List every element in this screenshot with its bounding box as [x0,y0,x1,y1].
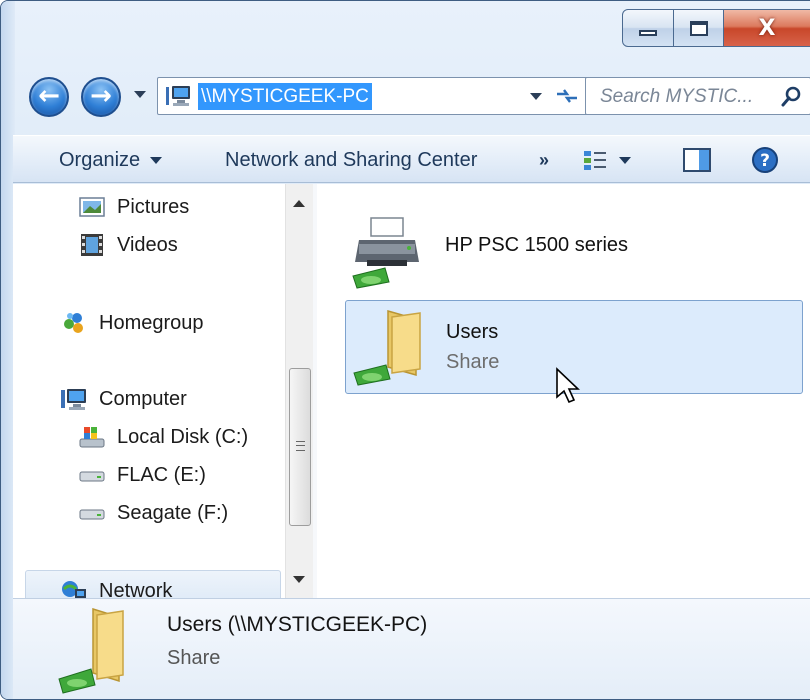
file-type: Share [446,351,500,373]
svg-text:?: ? [760,151,770,171]
refresh-button[interactable] [547,77,587,115]
views-icon [584,151,606,170]
nav-item-computer[interactable]: Computer [61,382,187,416]
chevron-down-icon [134,90,146,98]
navigation-bar: ← → \\MYSTICGEEK-PC Search MYSTIC... [29,73,810,121]
address-bar[interactable]: \\MYSTICGEEK-PC [157,77,559,115]
computer-icon [61,389,86,410]
network-computer-icon [166,86,190,106]
address-path[interactable]: \\MYSTICGEEK-PC [198,83,372,110]
nav-item-label: Videos [117,233,178,256]
nav-item-videos[interactable]: Videos [79,228,178,262]
caption-buttons: X [622,9,810,47]
organize-label: Organize [59,148,141,171]
close-icon: X [758,15,776,41]
local-disk-icon [79,427,105,448]
nav-item-flac[interactable]: FLAC (E:) [79,458,206,492]
nav-item-seagate[interactable]: Seagate (F:) [79,496,228,530]
scroll-thumb[interactable] [289,368,311,526]
recent-pages-dropdown[interactable] [133,87,147,101]
mouse-cursor-icon [556,367,580,404]
search-box[interactable]: Search MYSTIC... [585,77,810,115]
details-pane: Users (\\MYSTICGEEK-PC) Share [13,598,810,699]
scroll-up-arrow-icon[interactable] [293,200,305,207]
shared-folder-icon [58,607,124,694]
scroll-down-arrow-icon[interactable] [293,576,305,583]
drive-icon [79,471,105,482]
nav-item-label: Homegroup [99,311,204,334]
refresh-icon [556,89,577,103]
network-sharing-label: Network and Sharing Center [225,148,478,171]
nav-item-homegroup[interactable]: Homegroup [61,306,204,340]
videos-icon [81,234,103,256]
nav-pane-scrollbar[interactable] [285,184,313,598]
homegroup-icon [64,313,83,333]
command-bar: Organize Network and Sharing Center » ? [13,135,810,183]
navigation-pane: Pictures Videos Homegroup Computer Local… [13,184,313,598]
shared-printer-icon [352,217,419,289]
pictures-icon [79,197,105,217]
network-sharing-center-button[interactable]: Network and Sharing Center [225,136,477,184]
more-commands-button[interactable]: » [539,136,549,184]
nav-item-local-disk[interactable]: Local Disk (C:) [79,420,248,454]
file-name: Users [446,321,499,343]
maximize-icon [689,20,708,36]
help-button[interactable]: ? [751,136,779,184]
drive-icon [79,509,105,520]
maximize-button[interactable] [674,9,724,47]
preview-pane-icon [683,148,711,172]
search-placeholder: Search MYSTIC... [600,86,754,107]
nav-item-label: Local Disk (C:) [117,425,249,448]
preview-pane-button[interactable] [683,136,711,184]
organize-menu[interactable]: Organize [59,136,163,184]
back-arrow-icon: ← [38,80,60,111]
back-button[interactable]: ← [29,77,69,117]
nav-item-label: Network [99,579,173,599]
nav-item-label: FLAC (E:) [117,463,206,486]
shared-folder-icon [353,310,421,386]
grip-icon [296,441,305,451]
help-icon: ? [752,147,778,173]
content-area: Pictures Videos Homegroup Computer Local… [13,184,810,598]
nav-item-label: Computer [99,387,187,410]
search-icon[interactable] [780,86,802,108]
more-chevron-icon: » [539,149,550,170]
forward-arrow-icon: → [90,80,112,111]
details-subtitle: Share [167,647,221,669]
chevron-down-icon [150,156,163,164]
forward-button[interactable]: → [81,77,121,117]
nav-item-label: Pictures [117,195,190,218]
file-name: HP PSC 1500 series [445,234,629,256]
nav-item-label: Seagate (F:) [117,501,229,524]
network-icon [62,581,86,598]
minimize-icon [639,30,657,36]
details-title: Users (\\MYSTICGEEK-PC) [167,613,428,636]
change-view-button[interactable] [583,136,631,184]
close-button[interactable]: X [724,9,810,47]
file-item-printer[interactable]: HP PSC 1500 series [345,204,803,296]
explorer-window: X ← → \\MYSTICGEEK-PC Search MYSTIC... O… [0,0,810,700]
nav-item-pictures[interactable]: Pictures [79,190,189,224]
chevron-down-icon [619,156,631,164]
nav-item-network[interactable]: Network [61,574,172,598]
address-dropdown-icon[interactable] [530,93,542,100]
minimize-button[interactable] [622,9,674,47]
